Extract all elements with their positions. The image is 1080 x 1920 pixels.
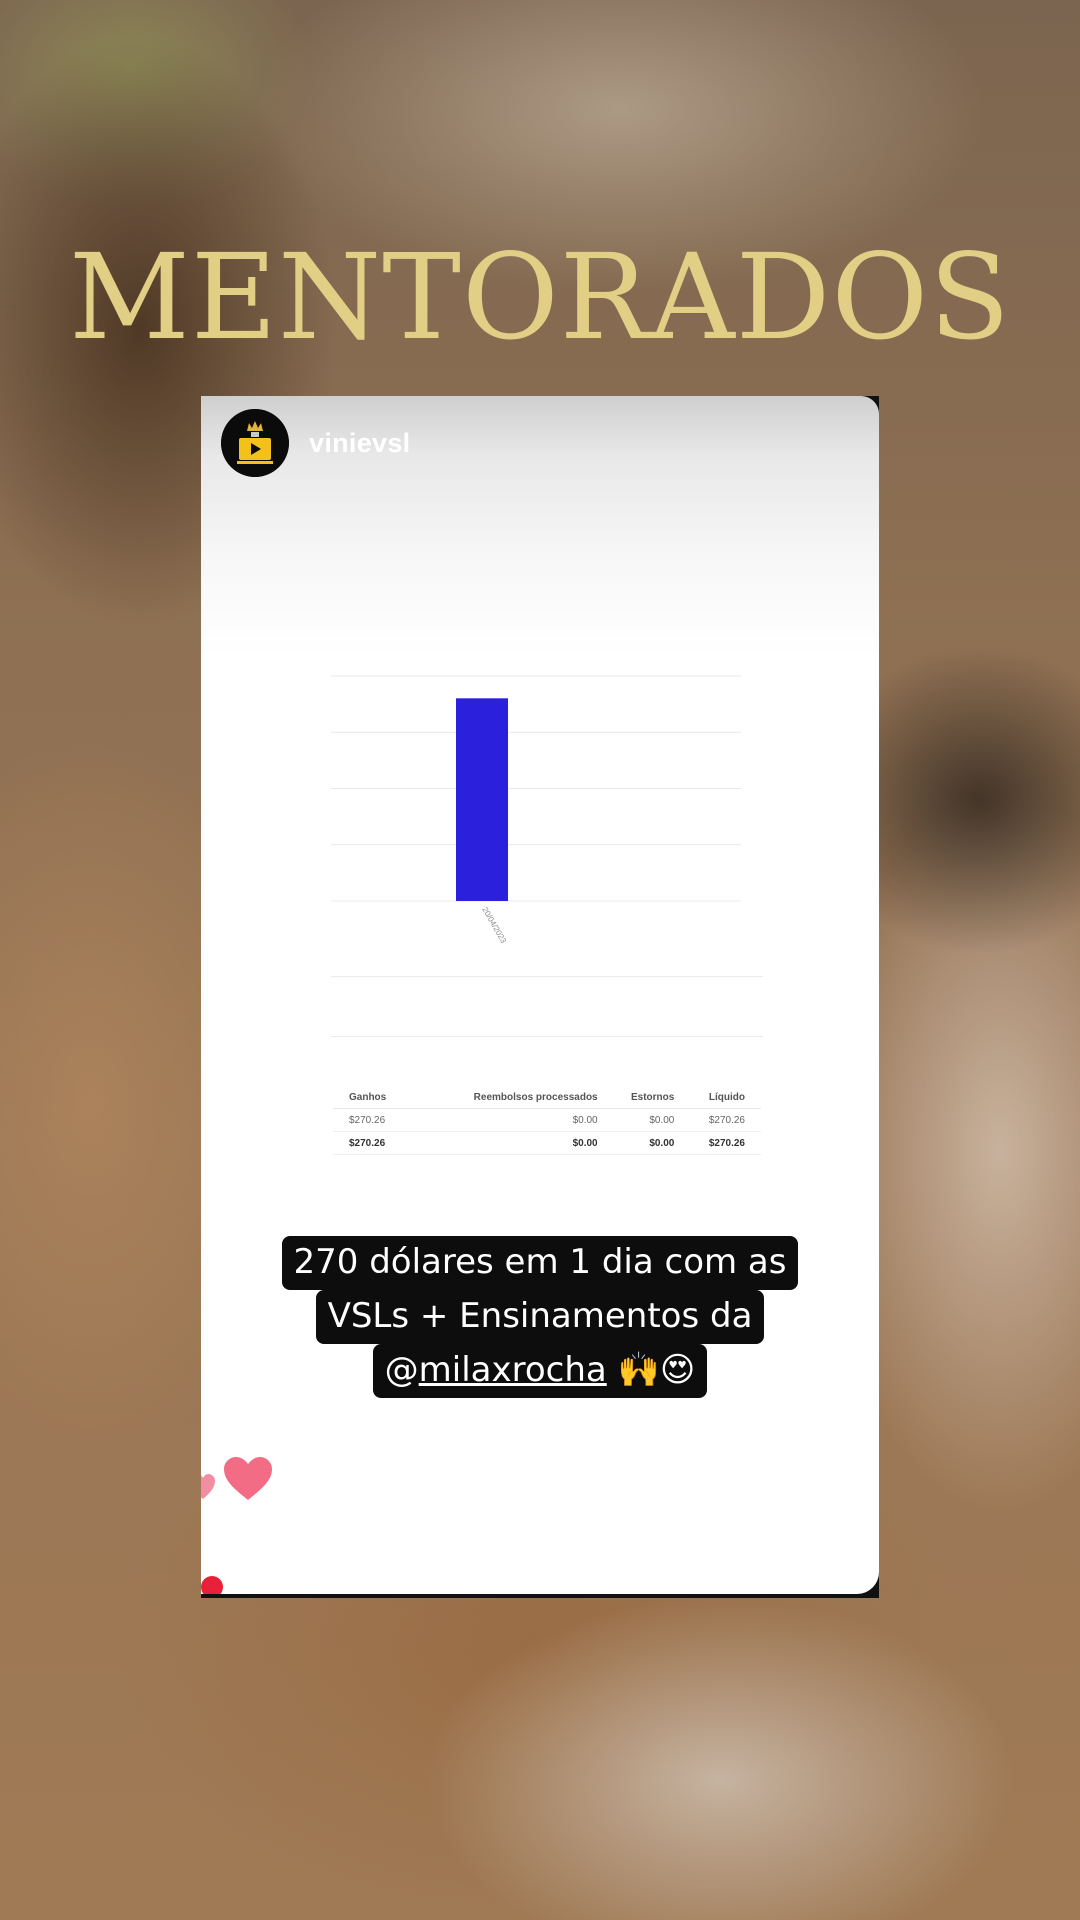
caption-line-1: 270 dólares em 1 dia com as <box>281 1236 799 1290</box>
table-cell: $270.26 <box>680 1108 761 1132</box>
story-screen: vinievsl 20/04/2023 Ganhos Reembolsos pr… <box>201 396 879 1594</box>
heart-icon <box>201 1576 223 1594</box>
mention-link[interactable]: milaxrocha <box>419 1350 607 1390</box>
panel-divider <box>331 976 763 977</box>
chart-bar <box>456 698 508 901</box>
table-header-row: Ganhos Reembolsos processados Estornos L… <box>333 1086 761 1109</box>
col-header-ganhos: Ganhos <box>333 1086 416 1109</box>
chart-bars <box>456 698 508 901</box>
panel-divider <box>331 1036 763 1037</box>
caption-line-2: VSLs + Ensinamentos da <box>315 1290 765 1344</box>
col-header-estornos: Estornos <box>603 1086 681 1109</box>
heart-icon <box>201 1474 215 1499</box>
chart-x-ticks: 20/04/2023 <box>480 906 508 946</box>
table-cell: $0.00 <box>603 1108 681 1132</box>
emoji-icons: 🙌😍 <box>617 1350 696 1390</box>
story-caption: 270 dólares em 1 dia com as VSLs + Ensin… <box>201 1236 879 1398</box>
col-header-liquido: Líquido <box>680 1086 761 1109</box>
table-cell: $270.26 <box>333 1131 416 1155</box>
table-cell: $0.00 <box>603 1131 681 1155</box>
table-cell: $0.00 <box>415 1108 604 1132</box>
col-header-reembolsos: Reembolsos processados <box>415 1086 604 1109</box>
table-total-row: $270.26 $0.00 $0.00 $270.26 <box>333 1131 761 1155</box>
earnings-table: Ganhos Reembolsos processados Estornos L… <box>333 1086 761 1155</box>
chart-gridlines <box>331 675 741 902</box>
heart-icon <box>224 1457 272 1500</box>
headline: MENTORADOS <box>69 228 1011 366</box>
table-cell: $270.26 <box>680 1131 761 1155</box>
table-row: $270.26 $0.00 $0.00 $270.26 <box>333 1108 761 1132</box>
chart-x-tick-label: 20/04/2023 <box>480 906 508 946</box>
story-screenshot-frame: vinievsl 20/04/2023 Ganhos Reembolsos pr… <box>201 396 879 1598</box>
earnings-bar-chart: 20/04/2023 <box>331 675 741 946</box>
caption-line-3: @milaxrocha 🙌😍 <box>372 1344 708 1398</box>
mention-prefix: @ <box>384 1350 419 1390</box>
table-cell: $0.00 <box>415 1131 604 1155</box>
table-cell: $270.26 <box>333 1108 416 1132</box>
